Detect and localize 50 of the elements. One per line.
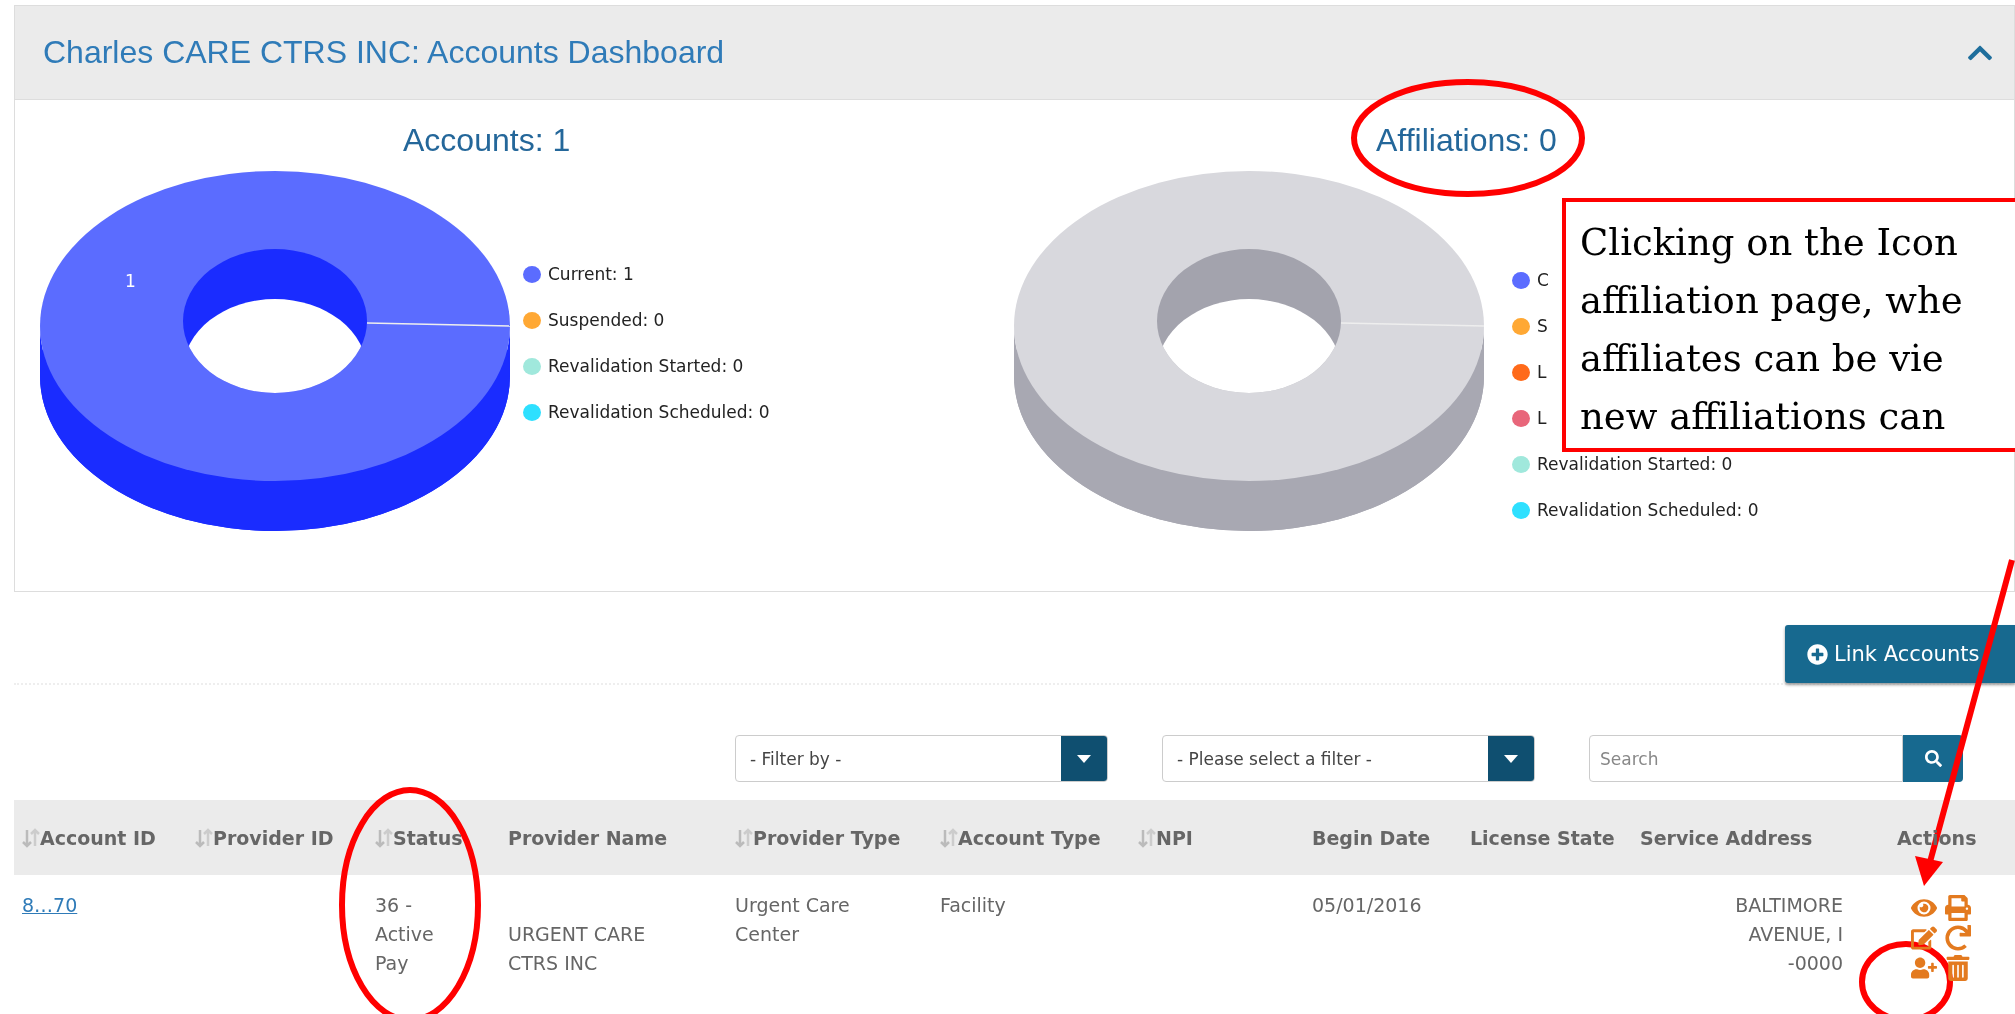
search-field[interactable]: Search (1589, 735, 1903, 782)
legend-label: S (1537, 316, 1548, 336)
address-line: BALTIMORE (1735, 893, 1843, 918)
link-accounts-button[interactable]: Link Accounts (1785, 625, 2015, 683)
chart-title: Affiliations: 0 (1376, 122, 1558, 159)
trash-icon[interactable] (1945, 955, 1971, 981)
column-header[interactable]: Account ID (22, 826, 195, 849)
column-header[interactable]: Provider Type (735, 826, 940, 849)
data-label: 1 (125, 271, 136, 291)
legend-label: Revalidation Started: 0 (548, 356, 744, 376)
column-header[interactable]: Provider ID (195, 826, 375, 849)
address-line: AVENUE, I (1748, 922, 1843, 947)
user-plus-icon[interactable] (1911, 955, 1937, 981)
column-header: Provider Name (508, 826, 669, 849)
printer-icon[interactable] (1945, 895, 1971, 921)
annotation-text: affiliates can be vie (1580, 336, 1945, 382)
caret-icon (1077, 754, 1091, 763)
legend-label: L (1537, 408, 1547, 428)
legend-label: Current: 1 (548, 264, 634, 284)
panel-title: Charles CARE CTRS INC: Accounts Dashboard (43, 34, 725, 71)
legend-label: Suspended: 0 (548, 310, 665, 330)
filter-select[interactable]: - Please select a filter - (1162, 735, 1535, 782)
chart-title: Accounts: 1 (403, 122, 572, 159)
search-icon (1924, 750, 1942, 767)
column-header[interactable]: Account Type (940, 826, 1138, 849)
column-header[interactable]: NPI (1138, 826, 1312, 849)
table-cell-text: Urgent Care Center (735, 893, 851, 947)
refresh-icon[interactable] (1945, 925, 1971, 951)
table-cell-text: Facility (940, 893, 1007, 918)
table-cell-text: URGENT CARE CTRS INC (508, 922, 647, 976)
caret-icon (1504, 754, 1518, 763)
column-header: Begin Date (1312, 826, 1432, 849)
edit-icon[interactable] (1911, 925, 1937, 951)
table-cell-text: 36 - Active Pay (375, 893, 435, 976)
table-cell-text: 05/01/2016 (1312, 893, 1423, 918)
legend-label: L (1537, 362, 1547, 382)
account-id-link[interactable]: 8…70 (22, 891, 78, 920)
annotation-text: Clicking on the Icon (1580, 220, 1959, 266)
annotation-text: affiliation page, whe (1580, 278, 1964, 324)
column-header[interactable]: Status (375, 826, 508, 849)
filter-select[interactable]: - Filter by - (735, 735, 1108, 782)
address-line: -0000 (1787, 951, 1843, 976)
search-button[interactable] (1903, 735, 1963, 782)
column-header: License State (1470, 826, 1616, 849)
annotation-text: new affiliations can (1580, 394, 1947, 440)
legend-label: Revalidation Scheduled: 0 (1537, 500, 1759, 520)
legend-label: C (1537, 270, 1549, 290)
legend-label: Revalidation Scheduled: 0 (548, 402, 770, 422)
legend-label: Revalidation Started: 0 (1537, 454, 1733, 474)
column-header: Service Address (1640, 826, 1814, 849)
